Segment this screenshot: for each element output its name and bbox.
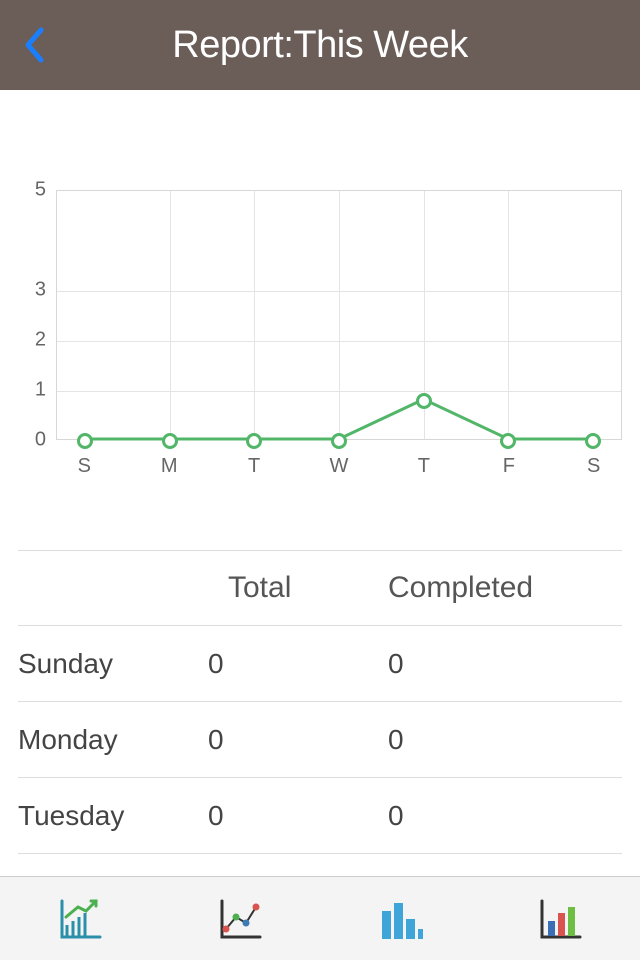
scatter-chart-icon: [216, 897, 264, 941]
tab-bar: [0, 876, 640, 960]
chevron-left-icon: [23, 27, 45, 63]
cell-day: Monday: [18, 724, 208, 756]
x-axis: SMTWTFS: [56, 455, 622, 485]
cell-completed: 0: [388, 724, 622, 756]
x-tick-label: M: [161, 455, 178, 478]
table-header-total: Total: [208, 571, 388, 605]
data-point: [77, 433, 93, 449]
y-tick-label: 0: [35, 429, 46, 452]
x-tick-label: T: [248, 455, 260, 478]
table-header-completed: Completed: [388, 571, 622, 605]
y-tick-label: 1: [35, 379, 46, 402]
cell-total: 0: [208, 724, 388, 756]
tab-compare[interactable]: [480, 877, 640, 960]
data-point: [416, 393, 432, 409]
x-tick-label: W: [330, 455, 349, 478]
header-bar: Report:This Week: [0, 0, 640, 90]
stats-table: Total Completed Sunday00Monday00Tuesday0…: [0, 550, 640, 854]
cell-completed: 0: [388, 648, 622, 680]
x-tick-label: S: [587, 455, 600, 478]
cell-total: 0: [208, 800, 388, 832]
y-tick-label: 3: [35, 279, 46, 302]
x-tick-label: F: [503, 455, 515, 478]
bar-chart-icon: [376, 897, 424, 941]
tab-trend[interactable]: [160, 877, 320, 960]
tab-this-week[interactable]: [0, 877, 160, 960]
data-point: [585, 433, 601, 449]
data-point: [162, 433, 178, 449]
cell-completed: 0: [388, 800, 622, 832]
chart-plot: [56, 190, 622, 440]
y-axis: 01235: [18, 190, 56, 440]
table-row: Tuesday00: [18, 778, 622, 854]
data-point: [331, 433, 347, 449]
table-row: Monday00: [18, 702, 622, 778]
tab-bars[interactable]: [320, 877, 480, 960]
y-tick-label: 2: [35, 329, 46, 352]
cell-day: Tuesday: [18, 800, 208, 832]
cell-total: 0: [208, 648, 388, 680]
data-point: [500, 433, 516, 449]
chart-container: 0 1 2 3 5 S M T W T F S: [0, 90, 640, 510]
x-tick-label: S: [78, 455, 91, 478]
table-row: Sunday00: [18, 626, 622, 702]
line-series: [57, 191, 621, 439]
cell-day: Sunday: [18, 648, 208, 680]
multi-bar-chart-icon: [536, 897, 584, 941]
y-tick-label: 5: [35, 179, 46, 202]
line-chart-icon: [56, 897, 104, 941]
page-title: Report:This Week: [0, 24, 640, 67]
x-tick-label: T: [418, 455, 430, 478]
back-button[interactable]: [16, 27, 52, 63]
data-point: [246, 433, 262, 449]
table-header-row: Total Completed: [18, 550, 622, 626]
